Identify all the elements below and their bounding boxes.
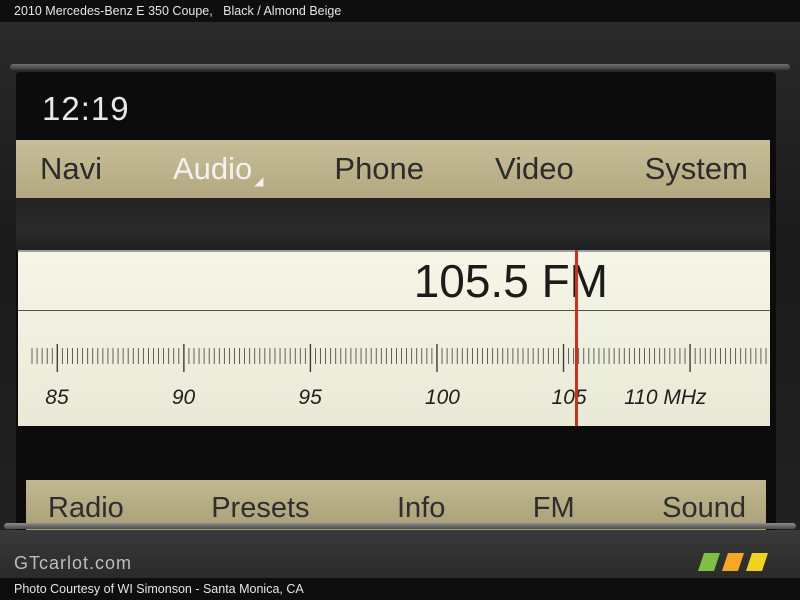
scale-tick-label: 105 — [551, 386, 587, 409]
softkey-radio[interactable]: Radio — [48, 492, 124, 525]
menu-item-label: Navi — [40, 151, 103, 186]
softkey-info[interactable]: Info — [397, 492, 445, 525]
menu-item-audio[interactable]: Audio ◢ — [173, 151, 264, 188]
scale-tick-label: 110 MHz — [624, 386, 707, 409]
softkey-fm[interactable]: FM — [533, 492, 575, 525]
radio-tuner-panel[interactable]: 105.5 FM 85 90 95 100 105 110 MHz — [18, 250, 770, 430]
top-caption: 2010 Mercedes-Benz E 350 Coupe, Black / … — [0, 0, 800, 22]
vehicle-color: Black / Almond Beige — [223, 4, 342, 18]
menu-item-label: Phone — [334, 151, 425, 186]
submenu-caret-icon: ◢ — [254, 173, 264, 188]
menu-item-label: System — [644, 151, 748, 186]
head-unit-screen: 12:19 Navi Audio ◢ Phone Video System 105… — [16, 72, 776, 532]
frequency-scale — [31, 344, 767, 372]
scale-tick-label: 90 — [171, 386, 196, 409]
vehicle-title: 2010 Mercedes-Benz E 350 Coupe, — [14, 4, 213, 18]
scale-tick-label: 100 — [424, 386, 460, 409]
softkey-sound[interactable]: Sound — [662, 492, 746, 525]
frequency-display: 105.5 FM — [413, 255, 608, 307]
softkey-presets[interactable]: Presets — [211, 492, 309, 525]
status-band — [16, 198, 770, 250]
scale-tick-label: 85 — [45, 386, 69, 409]
menu-item-system[interactable]: System — [645, 151, 748, 187]
clock: 12:19 — [42, 90, 130, 127]
lower-band — [16, 426, 770, 472]
watermark-stripes-icon — [698, 553, 768, 571]
menu-item-label: Audio — [172, 150, 253, 186]
tuner-divider — [18, 310, 770, 311]
photo-credit: Photo Courtesy of WI Simonson - Santa Mo… — [0, 578, 800, 600]
scale-tick-label: 95 — [298, 386, 322, 409]
menu-item-video[interactable]: Video — [495, 151, 574, 187]
bezel-top-trim — [10, 64, 790, 70]
watermark-logo: GTcarlot.com — [14, 553, 133, 573]
menu-item-navi[interactable]: Navi — [40, 151, 102, 187]
menu-item-label: Video — [494, 151, 574, 186]
main-menu-bar: Navi Audio ◢ Phone Video System — [16, 140, 770, 198]
menu-item-phone[interactable]: Phone — [334, 151, 424, 187]
bezel-bottom-trim — [4, 523, 796, 529]
tuner-needle[interactable] — [575, 250, 579, 430]
